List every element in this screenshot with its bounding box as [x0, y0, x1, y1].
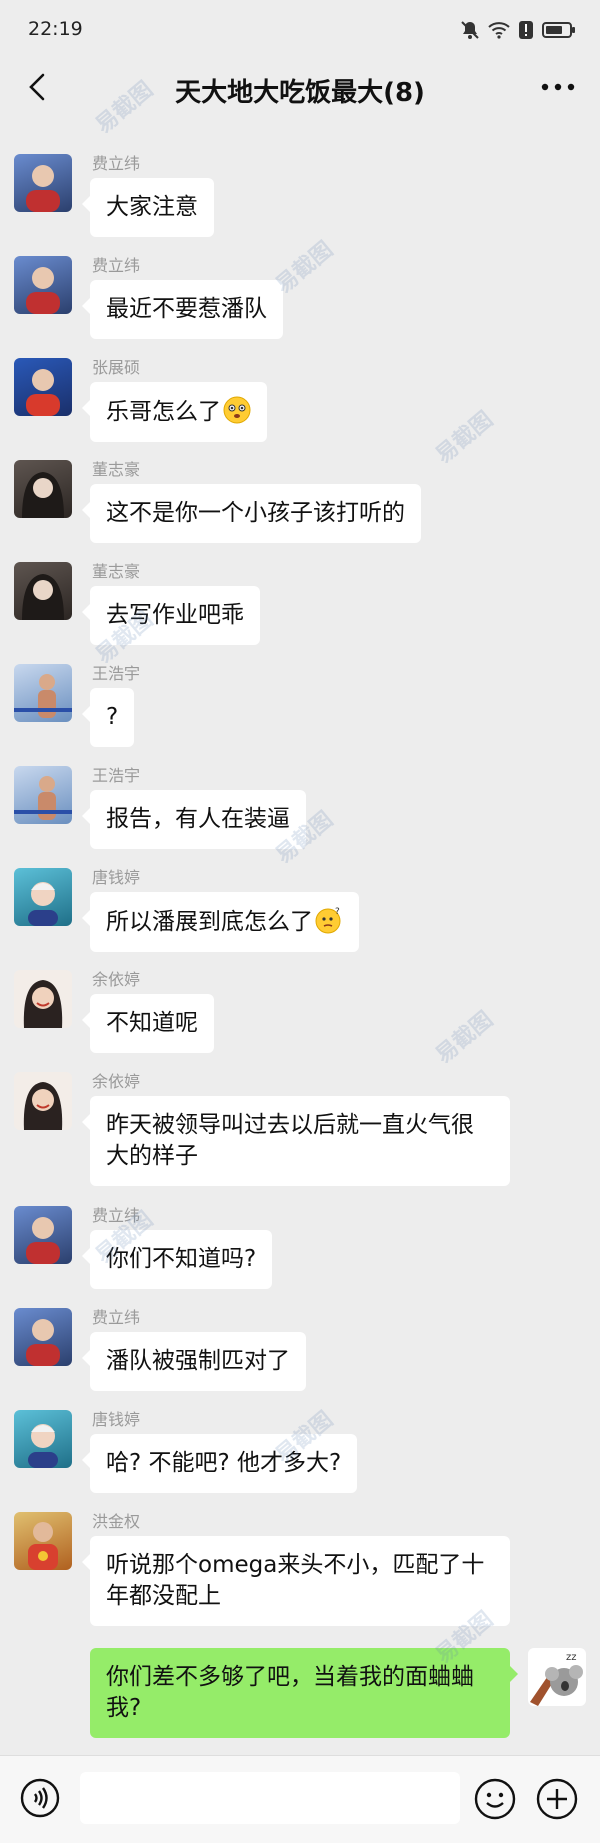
flushed-face-icon: [223, 396, 251, 424]
input-bar: [0, 1755, 600, 1843]
message-text: 昨天被领导叫过去以后就一直火气很大的样子: [106, 1112, 474, 1169]
message-text: 哈? 不能吧? 他才多大?: [106, 1450, 342, 1476]
message-bubble[interactable]: 报告，有人在装逼: [82, 790, 306, 849]
person-avatar-icon: [14, 674, 72, 718]
plus-circle-icon: [536, 1778, 578, 1820]
more-actions-button[interactable]: [536, 1778, 578, 1820]
avatar[interactable]: [14, 358, 72, 416]
status-time: 22:19: [28, 18, 83, 40]
message-bubble[interactable]: ?: [81, 688, 135, 747]
person-avatar-icon: [28, 1522, 58, 1570]
avatar[interactable]: [14, 1206, 72, 1264]
sender-name: 余依婷: [92, 970, 141, 989]
avatar[interactable]: [14, 562, 72, 620]
avatar[interactable]: [14, 1072, 72, 1130]
message-text: 听说那个omega来头不小，匹配了十年都没配上: [106, 1552, 485, 1609]
avatar[interactable]: [14, 868, 72, 926]
avatar[interactable]: [14, 460, 72, 518]
message-bubble[interactable]: 潘队被强制匹对了: [82, 1332, 306, 1391]
mute-bell-icon: [461, 21, 479, 39]
sender-name: 费立纬: [92, 256, 141, 275]
message-bubble[interactable]: 哈? 不能吧? 他才多大?: [81, 1434, 358, 1493]
message-text: 去写作业吧乖: [106, 602, 244, 628]
message-text: 所以潘展到底怎么了: [106, 909, 313, 935]
sender-name: 董志豪: [92, 460, 141, 479]
avatar[interactable]: [14, 154, 72, 212]
person-avatar-icon: [26, 267, 60, 314]
sender-name: 费立纬: [92, 1308, 141, 1327]
message-bubble[interactable]: 昨天被领导叫过去以后就一直火气很大的样子: [82, 1096, 510, 1186]
chat-title: 天大地大吃饭最大(8): [175, 78, 425, 108]
person-avatar-icon: [28, 1424, 58, 1468]
message-text: 最近不要惹潘队: [106, 296, 267, 322]
sender-name: 费立纬: [92, 154, 141, 173]
message-bubble[interactable]: 乐哥怎么了: [82, 382, 267, 442]
sender-name: 董志豪: [92, 562, 141, 581]
message-bubble[interactable]: 最近不要惹潘队: [82, 280, 283, 339]
my-avatar[interactable]: zz: [528, 1648, 586, 1706]
avatar[interactable]: [14, 766, 72, 824]
message-bubble[interactable]: 这不是你一个小孩子该打听的: [82, 484, 421, 543]
avatar[interactable]: [14, 1512, 72, 1570]
person-avatar-icon: [14, 776, 72, 820]
emoji-button[interactable]: [474, 1778, 516, 1820]
chat-message-list[interactable]: 费立纬 大家注意 费立纬 最近不要惹潘队 张展硕 乐哥怎么了 董志豪 这不是你一…: [0, 114, 600, 1754]
avatar[interactable]: [14, 256, 72, 314]
battery-icon: [542, 22, 575, 38]
more-dots-icon: [541, 83, 575, 91]
message-input[interactable]: [80, 1772, 460, 1824]
message-text: 不知道呢: [106, 1010, 198, 1036]
person-avatar-icon: [26, 1217, 60, 1264]
smiley-icon: [474, 1778, 516, 1820]
message-bubble[interactable]: 不知道呢: [82, 994, 214, 1053]
person-avatar-icon: [28, 882, 58, 926]
person-avatar-icon: [22, 574, 64, 620]
person-avatar-icon: [26, 1319, 60, 1366]
sleeping-koala-icon: zz: [530, 1652, 583, 1706]
message-bubble[interactable]: 大家注意: [82, 178, 214, 237]
thinking-face-icon: ?: [315, 907, 341, 934]
wifi-icon: [488, 22, 510, 39]
my-message-bubble[interactable]: 你们差不多够了吧，当着我的面蛐蛐我?: [90, 1648, 518, 1738]
message-text: 报告，有人在装逼: [106, 806, 290, 832]
svg-text:?: ?: [335, 907, 340, 917]
person-avatar-icon: [26, 369, 60, 416]
svg-text:zz: zz: [566, 1652, 577, 1663]
voice-icon: [20, 1778, 60, 1818]
message-bubble[interactable]: 去写作业吧乖: [82, 586, 260, 645]
sender-name: 王浩宇: [92, 766, 141, 785]
message-text: 这不是你一个小孩子该打听的: [106, 500, 405, 526]
voice-button[interactable]: [20, 1778, 60, 1818]
sender-name: 唐钱婷: [92, 1410, 141, 1429]
avatar[interactable]: [14, 1308, 72, 1366]
chat-header: 天大地大吃饭最大(8): [0, 62, 600, 114]
message-text: 潘队被强制匹对了: [106, 1348, 290, 1374]
message-bubble[interactable]: 你们不知道吗?: [81, 1230, 273, 1289]
person-avatar-icon: [22, 472, 64, 518]
sender-name: 洪金权: [92, 1512, 141, 1531]
sender-name: 费立纬: [92, 1206, 141, 1225]
sender-name: 王浩宇: [92, 664, 141, 683]
status-bar: 22:19: [0, 0, 600, 62]
alert-icon: [519, 21, 533, 39]
sender-name: 张展硕: [92, 358, 141, 377]
more-button[interactable]: [538, 72, 578, 102]
avatar[interactable]: [14, 664, 72, 722]
person-avatar-icon: [26, 165, 60, 212]
message-text: ?: [106, 704, 119, 730]
message-bubble[interactable]: 所以潘展到底怎么了?: [82, 892, 359, 952]
person-avatar-icon: [23, 980, 63, 1028]
message-text: 你们不知道吗?: [106, 1246, 257, 1272]
sender-name: 余依婷: [92, 1072, 141, 1091]
person-avatar-icon: [23, 1082, 63, 1130]
message-text: 大家注意: [106, 194, 198, 220]
status-icons: [460, 20, 576, 40]
message-bubble[interactable]: 听说那个omega来头不小，匹配了十年都没配上: [82, 1536, 510, 1626]
avatar[interactable]: [14, 970, 72, 1028]
avatar[interactable]: [14, 1410, 72, 1468]
message-text: 乐哥怎么了: [106, 399, 221, 425]
message-text: 你们差不多够了吧，当着我的面蛐蛐我?: [106, 1664, 474, 1721]
sender-name: 唐钱婷: [92, 868, 141, 887]
